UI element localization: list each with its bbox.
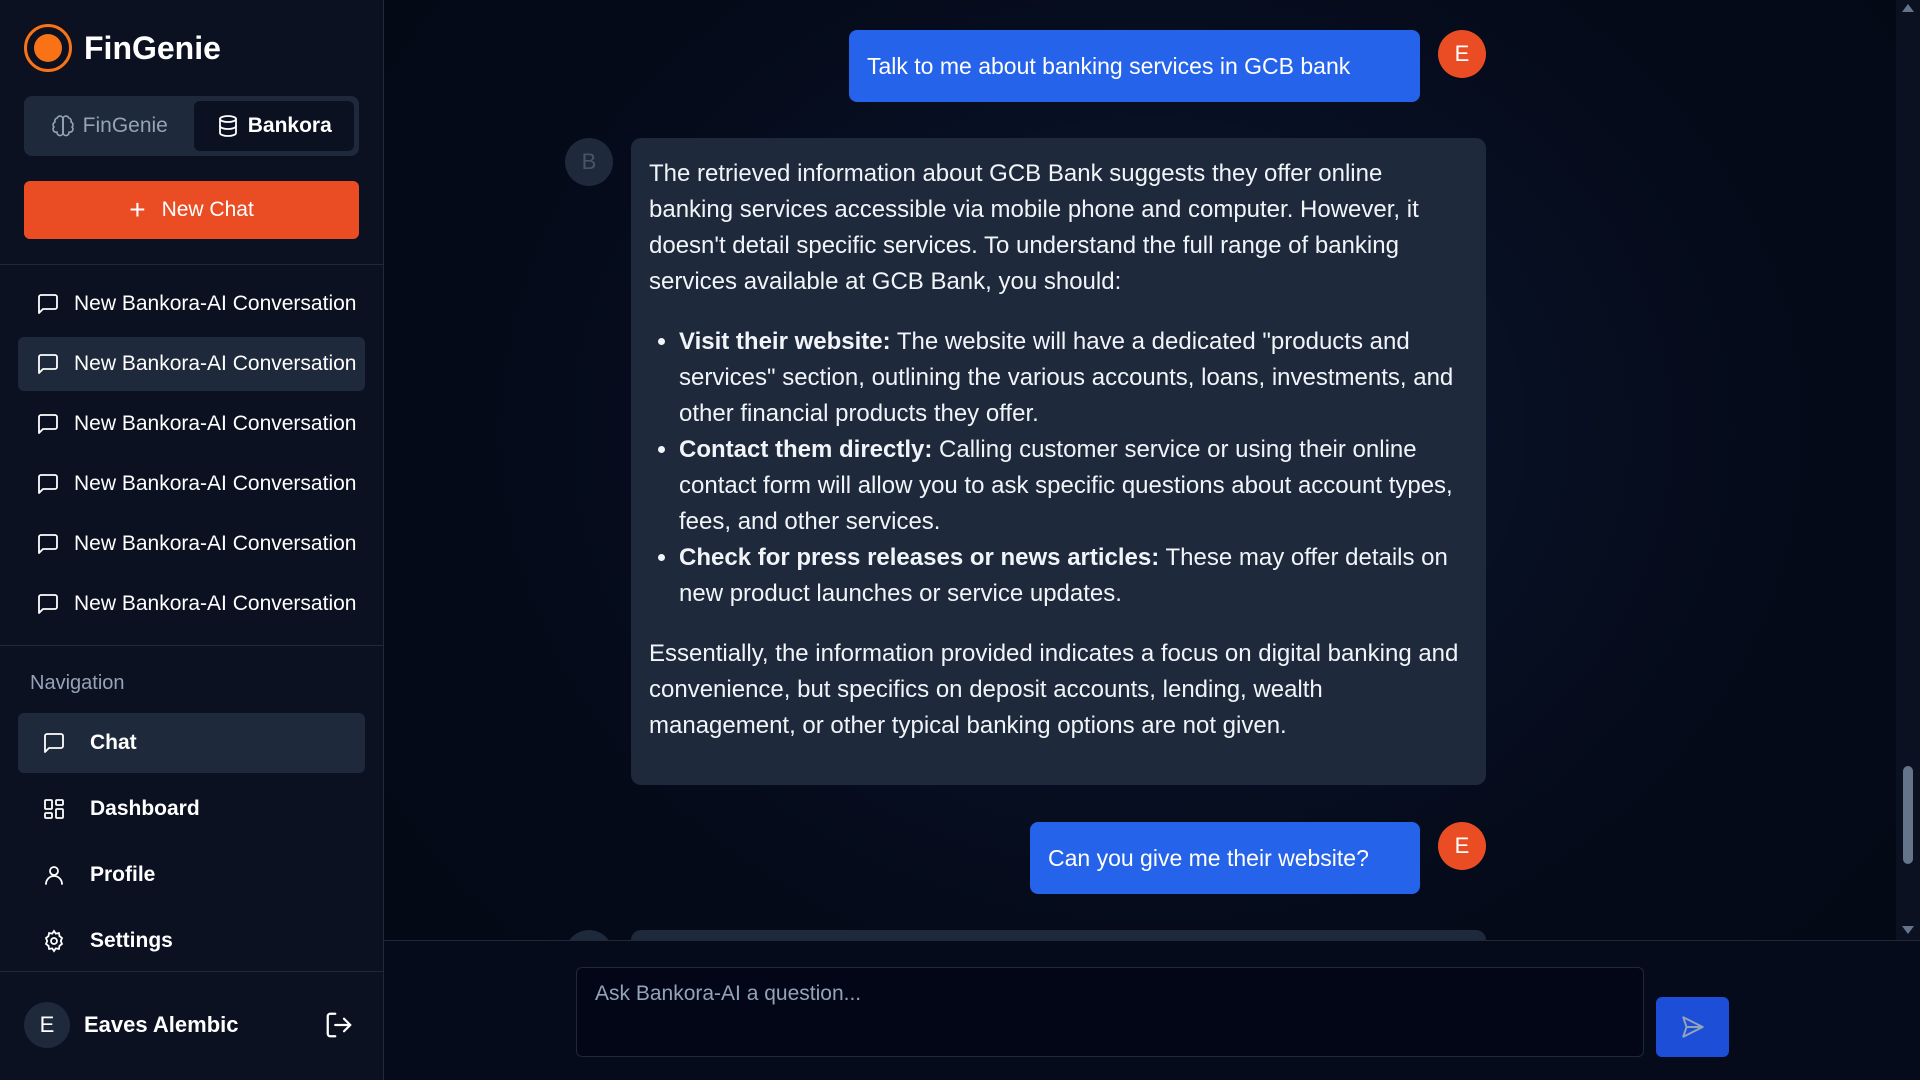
message-square-icon [38, 414, 58, 434]
dashboard-icon [44, 799, 64, 819]
conversation-item[interactable]: New Bankora-AI Conversation [18, 457, 365, 511]
assistant-message-partial [631, 930, 1486, 940]
new-chat-label: New Chat [161, 198, 254, 221]
bot-avatar [565, 930, 613, 940]
conversation-title: New Bankora-AI Conversation [74, 592, 357, 615]
send-button[interactable] [1656, 997, 1729, 1057]
brand[interactable]: FinGenie [24, 24, 221, 72]
conversation-title: New Bankora-AI Conversation [74, 352, 357, 375]
user-name: Eaves Alembic [84, 1012, 239, 1037]
assistant-switcher: FinGenie Bankora [24, 96, 359, 156]
assistant-conclusion: Essentially, the information provided in… [649, 640, 1459, 739]
avatar: E [1438, 822, 1486, 870]
bot-avatar: B [565, 138, 613, 186]
message-square-icon [44, 733, 64, 753]
send-icon [1681, 1016, 1704, 1038]
message-input[interactable] [576, 967, 1644, 1057]
nav-item-chat[interactable]: Chat [18, 713, 365, 773]
new-chat-button[interactable]: + New Chat [24, 181, 359, 239]
assistant-bullet: Contact them directly: Calling customer … [679, 432, 1468, 540]
database-icon [218, 115, 237, 137]
assistant-bullet: Visit their website: The website will ha… [679, 324, 1468, 432]
navigation-heading: Navigation [30, 672, 125, 694]
tab-bankora[interactable]: Bankora [193, 101, 354, 151]
message-square-icon [38, 474, 58, 494]
message-square-icon [38, 354, 58, 374]
sidebar: FinGenie FinGenie Bankora + New Chat New… [0, 0, 384, 1080]
user-message: Can you give me their website? [1030, 822, 1420, 894]
brand-name: FinGenie [84, 29, 221, 66]
brain-icon [51, 115, 74, 137]
tab-fingenie-label: FinGenie [82, 114, 168, 137]
nav-item-label: Profile [90, 863, 156, 886]
conversation-title: New Bankora-AI Conversation [74, 412, 357, 435]
scroll-down-arrow-icon[interactable] [1902, 926, 1914, 934]
sidebar-divider [0, 645, 384, 646]
user-profile: E Eaves Alembic [24, 1001, 354, 1049]
gear-icon [44, 929, 64, 953]
nav-item-dashboard[interactable]: Dashboard [18, 779, 365, 839]
conversation-item[interactable]: New Bankora-AI Conversation [18, 277, 365, 331]
message-list[interactable]: Talk to me about banking services in GCB… [384, 0, 1896, 940]
message-square-icon [38, 294, 58, 314]
plus-icon: + [129, 194, 146, 225]
conversation-item[interactable]: New Bankora-AI Conversation [18, 337, 365, 391]
avatar[interactable]: E [24, 1002, 70, 1048]
conversation-item[interactable]: New Bankora-AI Conversation [18, 577, 365, 631]
scroll-thumb[interactable] [1903, 766, 1913, 864]
message-square-icon [38, 594, 58, 614]
conversation-title: New Bankora-AI Conversation [74, 472, 357, 495]
fingenie-logo-icon [24, 24, 72, 72]
user-message: Talk to me about banking services in GCB… [849, 30, 1420, 102]
tab-fingenie[interactable]: FinGenie [29, 101, 190, 151]
scroll-up-arrow-icon[interactable] [1902, 4, 1914, 12]
sidebar-divider [0, 264, 384, 265]
chat-panel: Talk to me about banking services in GCB… [384, 0, 1920, 1080]
assistant-bullet-list: Visit their website: The website will ha… [679, 324, 1468, 612]
assistant-intro: The retrieved information about GCB Bank… [649, 160, 1419, 295]
nav-item-label: Settings [90, 929, 173, 952]
sidebar-divider [0, 971, 384, 972]
conversation-item[interactable]: New Bankora-AI Conversation [18, 517, 365, 571]
navigation-list: Chat Dashboard Profile Settings [18, 713, 365, 977]
nav-item-label: Dashboard [90, 797, 200, 820]
nav-item-profile[interactable]: Profile [18, 845, 365, 905]
conversation-list: New Bankora-AI Conversation New Bankora-… [18, 277, 365, 637]
assistant-bullet: Check for press releases or news article… [679, 540, 1468, 612]
nav-item-settings[interactable]: Settings [18, 911, 365, 971]
assistant-message: The retrieved information about GCB Bank… [631, 138, 1486, 785]
message-square-icon [38, 534, 58, 554]
conversation-item[interactable]: New Bankora-AI Conversation [18, 397, 365, 451]
logout-icon[interactable] [324, 1010, 354, 1040]
conversation-title: New Bankora-AI Conversation [74, 292, 357, 315]
composer [384, 940, 1920, 1080]
tab-bankora-label: Bankora [247, 114, 332, 137]
nav-item-label: Chat [90, 731, 137, 754]
chat-scrollbar[interactable] [1896, 0, 1920, 940]
avatar: E [1438, 30, 1486, 78]
user-icon [45, 866, 63, 885]
conversation-title: New Bankora-AI Conversation [74, 532, 357, 555]
